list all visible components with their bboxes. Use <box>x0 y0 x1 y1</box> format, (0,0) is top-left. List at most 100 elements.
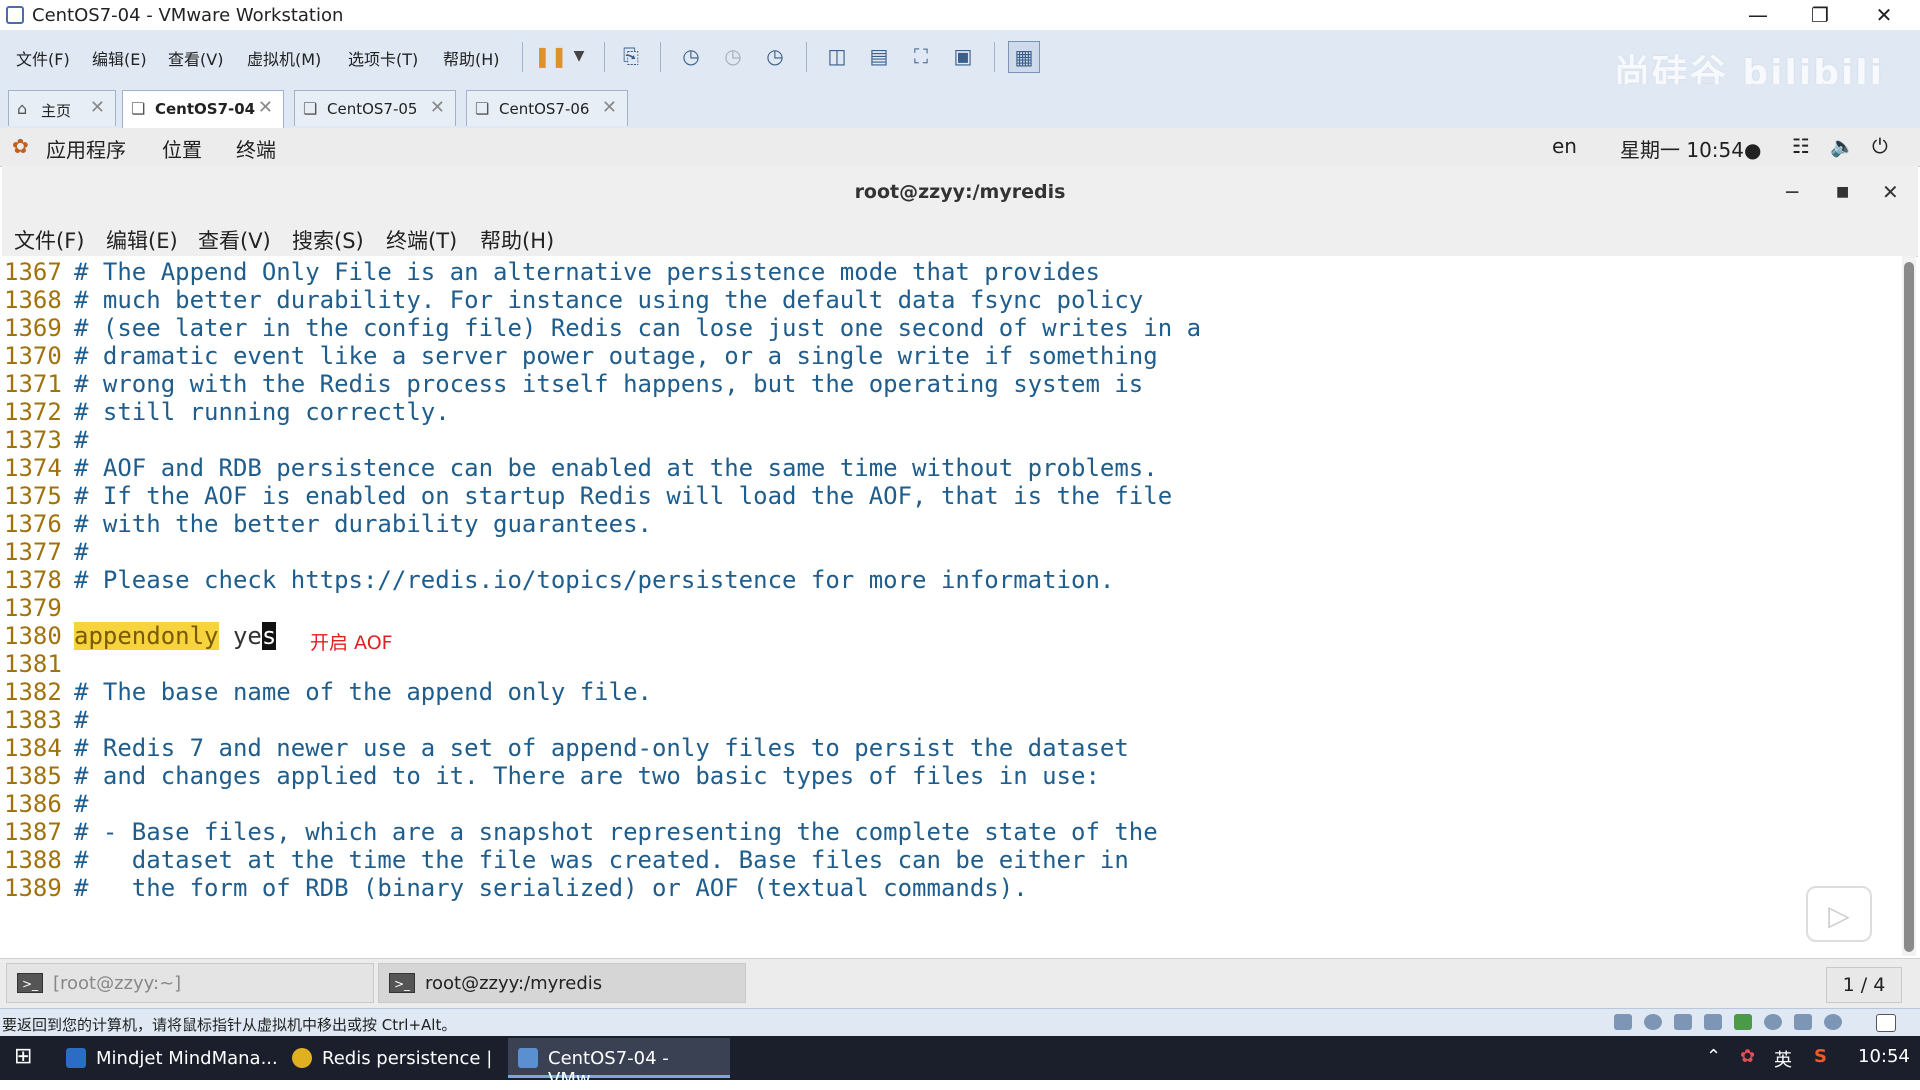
code-line: 1369 # (see later in the config file) Red… <box>4 314 1202 342</box>
network-icon[interactable]: ☷ <box>1792 134 1810 158</box>
tab-centos7-04[interactable]: ❏ CentOS7-04 ✕ <box>122 90 284 128</box>
close-tab-icon[interactable]: ✕ <box>90 97 105 118</box>
revert-snapshot-icon[interactable]: ◷ <box>718 41 748 71</box>
code-line: 1377 # <box>4 538 89 566</box>
taskbar-clock[interactable]: 10:54 <box>1858 1046 1910 1067</box>
panel-clock[interactable]: 星期一 10:54● <box>1620 134 1761 163</box>
code-line: 1382 # The base name of the append only f… <box>4 678 652 706</box>
terminal-menu-file[interactable]: 文件(F) <box>14 225 84 255</box>
terminal-menu[interactable]: 终端 <box>236 134 276 163</box>
close-tab-icon[interactable]: ✕ <box>602 97 617 118</box>
code-line: 1386 # <box>4 790 89 818</box>
view-options-icon[interactable]: ▦ <box>1008 41 1040 73</box>
chevron-up-icon[interactable]: ⌃ <box>1706 1046 1721 1067</box>
menu-file[interactable]: 文件(F) <box>16 46 70 70</box>
code-line: 1368 # much better durability. For instan… <box>4 286 1144 314</box>
code-line: 1381 <box>4 650 62 678</box>
chrome-icon <box>292 1048 312 1068</box>
terminal-menu-help[interactable]: 帮助(H) <box>480 225 554 255</box>
unity-icon[interactable]: ▣ <box>948 41 978 71</box>
message-log-icon[interactable] <box>1876 1014 1896 1032</box>
send-keys-icon[interactable]: ⎘ <box>616 41 646 71</box>
terminal-minimize-button[interactable]: ─ <box>1786 180 1798 204</box>
vm-icon: ❏ <box>131 99 146 118</box>
windows-taskbar: ⊞ Mindjet MindMana... Redis persistence … <box>0 1036 1920 1090</box>
minimize-button[interactable]: — <box>1734 0 1782 30</box>
gnome-window-list: >_ [root@zzyy:~] >_ root@zzyy:/myredis 1… <box>0 958 1920 1009</box>
terminal-menu-search[interactable]: 搜索(S) <box>292 225 364 255</box>
snapshot-manager-icon[interactable]: ◷ <box>760 41 790 71</box>
code-line: 1387 # - Base files, which are a snapshot… <box>4 818 1158 846</box>
terminal-menu-terminal[interactable]: 终端(T) <box>386 225 457 255</box>
vmware-status-bar: 要返回到您的计算机，请将鼠标指针从虚拟机中移出或按 Ctrl+Alt。 <box>0 1008 1920 1037</box>
terminal-title: root@zzyy:/myredis <box>854 181 1066 203</box>
maximize-button[interactable]: ❐ <box>1796 0 1844 30</box>
code-line: 1389 # the form of RDB (binary serialized… <box>4 874 1028 902</box>
tab-centos7-06[interactable]: ❏ CentOS7-06 ✕ <box>466 90 628 126</box>
menu-help[interactable]: 帮助(H) <box>443 46 500 70</box>
snapshot-icon[interactable]: ◷ <box>676 41 706 71</box>
taskbar-app-mindjet[interactable]: Mindjet MindMana... <box>56 1038 278 1078</box>
search-highlight: appendonly <box>74 622 219 650</box>
terminal-content[interactable]: 1367 # The Append Only File is an alterna… <box>2 256 1902 956</box>
close-tab-icon[interactable]: ✕ <box>258 97 273 118</box>
code-line: 1372 # still running correctly. <box>4 398 450 426</box>
hdd-icon[interactable] <box>1614 1014 1632 1030</box>
tab-home[interactable]: ⌂ 主页 ✕ <box>8 90 116 126</box>
menu-edit[interactable]: 编辑(E) <box>92 46 147 70</box>
menu-view[interactable]: 查看(V) <box>168 46 223 70</box>
input-language[interactable]: en <box>1552 134 1577 158</box>
terminal-title-bar: root@zzyy:/myredis ─ ■ ✕ <box>2 166 1918 221</box>
chevron-down-icon[interactable]: ▼ <box>564 41 594 71</box>
annotation-label: 开启 AOF <box>310 632 393 654</box>
sound-icon[interactable] <box>1734 1014 1752 1030</box>
terminal-close-button[interactable]: ✕ <box>1882 180 1899 204</box>
printer-icon[interactable] <box>1704 1014 1722 1030</box>
gnome-top-panel: ✿ 应用程序 位置 终端 en 星期一 10:54● ☷ 🔈 ⏻ <box>0 128 1920 167</box>
terminal-maximize-button[interactable]: ■ <box>1836 184 1849 200</box>
terminal-icon: >_ <box>389 973 415 993</box>
code-line: 1378 # Please check https://redis.io/topi… <box>4 566 1115 594</box>
tab-centos7-05[interactable]: ❏ CentOS7-05 ✕ <box>294 90 456 126</box>
power-icon[interactable]: ⏻ <box>1872 134 1888 158</box>
places-menu[interactable]: 位置 <box>162 134 202 163</box>
code-line: 1371 # wrong with the Redis process itsel… <box>4 370 1144 398</box>
terminal-menubar: 文件(F) 编辑(E) 查看(V) 搜索(S) 终端(T) 帮助(H) <box>2 220 1918 257</box>
window-list-item-active[interactable]: >_ root@zzyy:/myredis <box>378 963 746 1003</box>
fullscreen-icon[interactable]: ⛶ <box>906 41 936 71</box>
code-line: 1376 # with the better durability guarant… <box>4 510 652 538</box>
scrollbar-thumb[interactable] <box>1904 262 1914 952</box>
workspace-pager[interactable]: 1 / 4 <box>1826 967 1902 1003</box>
code-line: 1388 # dataset at the time the file was c… <box>4 846 1129 874</box>
usb-device-icon[interactable] <box>1794 1014 1812 1030</box>
vm-tab-bar: ⌂ 主页 ✕ ❏ CentOS7-04 ✕ ❏ CentOS7-05 ✕ ❏ C… <box>0 84 1920 129</box>
taskbar-app-vmware[interactable]: CentOS7-04 - VMw... <box>508 1038 730 1090</box>
taskbar-app-chrome[interactable]: Redis persistence | ... <box>282 1038 504 1090</box>
sidebar-icon[interactable]: ◫ <box>822 41 852 71</box>
ime-indicator[interactable]: 英 <box>1774 1046 1792 1072</box>
window-title: CentOS7-04 - VMware Workstation <box>32 5 344 26</box>
sogou-icon[interactable]: S <box>1814 1046 1827 1067</box>
applications-menu[interactable]: 应用程序 <box>46 134 126 163</box>
app-tray-icon[interactable]: ✿ <box>1740 1046 1755 1067</box>
terminal-menu-view[interactable]: 查看(V) <box>198 225 271 255</box>
window-list-item[interactable]: >_ [root@zzyy:~] <box>6 963 374 1003</box>
volume-icon[interactable]: 🔈 <box>1830 134 1855 158</box>
display-icon[interactable] <box>1824 1014 1842 1030</box>
menu-tabs[interactable]: 选项卡(T) <box>348 46 418 70</box>
vmware-menubar: 文件(F) 编辑(E) 查看(V) 虚拟机(M) 选项卡(T) 帮助(H) ❚❚… <box>0 30 1920 94</box>
close-tab-icon[interactable]: ✕ <box>430 97 445 118</box>
usb-icon[interactable] <box>1764 1014 1782 1030</box>
cd-icon[interactable] <box>1644 1014 1662 1030</box>
code-line: 1384 # Redis 7 and newer use a set of app… <box>4 734 1129 762</box>
play-icon[interactable]: ▷ <box>1806 886 1872 942</box>
vmware-title-bar: CentOS7-04 - VMware Workstation — ❐ ✕ <box>0 0 1920 30</box>
console-view-icon[interactable]: ▤ <box>864 41 894 71</box>
close-button[interactable]: ✕ <box>1860 0 1908 30</box>
windows-start-icon[interactable]: ⊞ <box>14 1044 32 1069</box>
terminal-menu-edit[interactable]: 编辑(E) <box>106 225 178 255</box>
pause-icon[interactable]: ❚❚ <box>534 41 568 71</box>
code-line: 1385 # and changes applied to it. There a… <box>4 762 1100 790</box>
network-adapter-icon[interactable] <box>1674 1014 1692 1030</box>
menu-vm[interactable]: 虚拟机(M) <box>247 46 321 70</box>
